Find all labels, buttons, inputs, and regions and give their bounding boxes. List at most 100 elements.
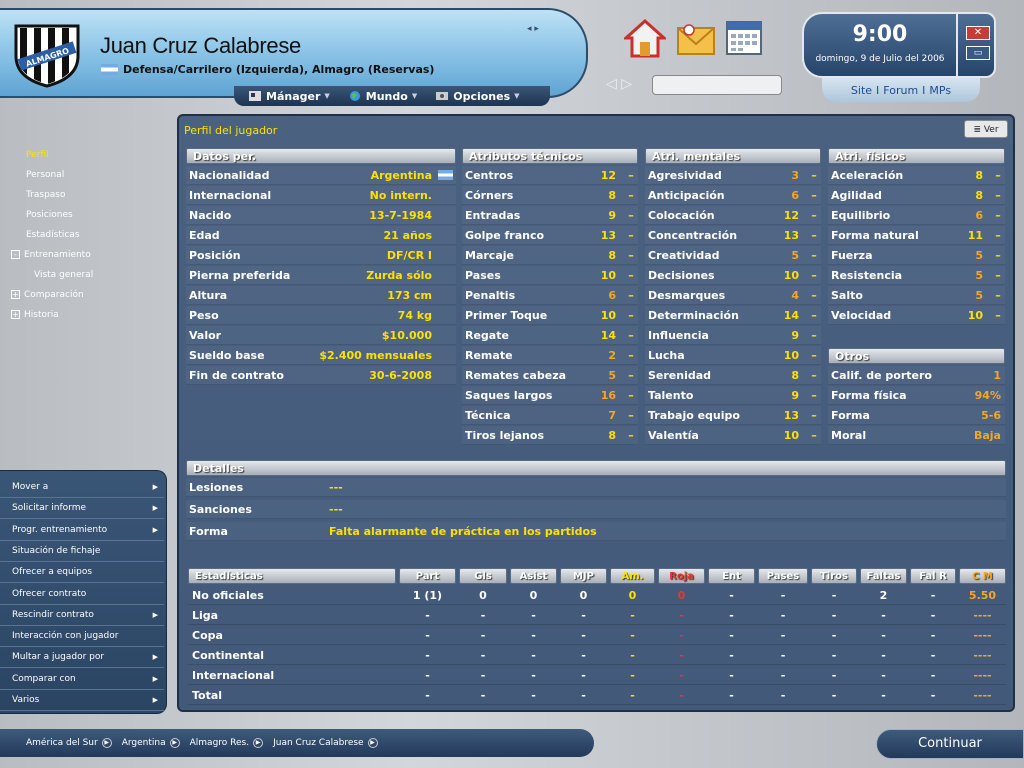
nav-item-label: Posiciones bbox=[26, 210, 73, 220]
breadcrumb-item[interactable]: Juan Cruz Calabrese ▶ bbox=[273, 738, 378, 748]
attr-label: Moral bbox=[831, 429, 867, 442]
stats-col-am[interactable]: Am. bbox=[610, 568, 655, 584]
stats-col-cm[interactable]: C M bbox=[959, 568, 1006, 584]
attr-row: Tiros lejanos 8– bbox=[462, 426, 638, 445]
view-button[interactable]: ≣ Ver bbox=[964, 120, 1008, 138]
stats-cell: ---- bbox=[973, 669, 992, 682]
stats-col-mjp[interactable]: MJP bbox=[560, 568, 607, 584]
action-ofrecer-contrato[interactable]: Ofrecer contrato bbox=[0, 584, 164, 605]
attr-trend: – bbox=[811, 369, 817, 382]
mail-icon[interactable] bbox=[675, 20, 717, 60]
nav-item-comparación[interactable]: + Comparación bbox=[11, 290, 84, 300]
stats-cell: - bbox=[679, 689, 684, 702]
nav-item-historia[interactable]: + Historia bbox=[11, 310, 59, 320]
attr-value: 2 bbox=[608, 349, 616, 362]
restore-button[interactable]: ▭ bbox=[966, 46, 990, 60]
stats-cell: - bbox=[831, 609, 837, 622]
stats-col-faltas[interactable]: Faltas bbox=[860, 568, 907, 584]
attr-label: Desmarques bbox=[648, 289, 726, 302]
attr-label: Agresividad bbox=[648, 169, 722, 182]
stats-cell: - bbox=[780, 689, 786, 702]
fisicos-header: Atri. físicos bbox=[828, 148, 1005, 164]
expand-icon[interactable]: + bbox=[11, 290, 20, 299]
action-solicitar-informe[interactable]: Solicitar informe ▶ bbox=[0, 498, 164, 520]
stats-row: Liga - - - - - - - - - - - ---- bbox=[188, 606, 1006, 625]
forum-link[interactable]: Forum bbox=[883, 84, 918, 97]
attr-label: Forma física bbox=[831, 389, 907, 402]
action-ofrecer-a-equipos[interactable]: Ofrecer a equipos bbox=[0, 562, 164, 584]
chevron-right-icon: ▶ bbox=[152, 504, 158, 513]
nav-item-personal[interactable]: Personal bbox=[26, 170, 64, 180]
stats-col-part[interactable]: Part bbox=[399, 568, 456, 584]
menu-mundo-label: Mundo bbox=[365, 89, 408, 103]
expand-icon[interactable]: + bbox=[11, 310, 20, 319]
nav-item-traspaso[interactable]: Traspaso bbox=[26, 190, 66, 200]
chevron-right-icon: ▶ bbox=[169, 738, 180, 748]
stats-col-gls[interactable]: Gls bbox=[459, 568, 507, 584]
calendar-icon[interactable] bbox=[724, 18, 764, 58]
mps-link[interactable]: MPs bbox=[929, 84, 951, 97]
stats-col-asist[interactable]: Asist bbox=[510, 568, 557, 584]
attr-label: Altura bbox=[189, 289, 228, 302]
attr-value: 11 bbox=[967, 229, 983, 242]
action-multar-a-jugador-por[interactable]: Multar a jugador por ▶ bbox=[0, 647, 164, 669]
action-comparar-con[interactable]: Comparar con ▶ bbox=[0, 669, 164, 690]
nav-item-entrenamiento[interactable]: - Entrenamiento bbox=[11, 250, 91, 260]
attr-label: Forma bbox=[831, 409, 870, 422]
stats-cell: - bbox=[679, 609, 684, 622]
site-link[interactable]: Site bbox=[851, 84, 872, 97]
nav-item-vista-general[interactable]: Vista general bbox=[34, 270, 93, 280]
stats-cell: - bbox=[425, 669, 430, 682]
stats-cell: - bbox=[831, 649, 837, 662]
nav-item-label: Perfil bbox=[26, 150, 49, 160]
attr-value: Argentina bbox=[370, 169, 432, 182]
breadcrumb-item[interactable]: Almagro Res. ▶ bbox=[190, 738, 264, 748]
action-situación-de-fichaje[interactable]: Situación de fichaje bbox=[0, 541, 164, 562]
attr-value: 10 bbox=[783, 429, 799, 442]
nav-item-estadísticas[interactable]: Estadísticas bbox=[26, 230, 80, 240]
stats-col-roja[interactable]: Roja bbox=[658, 568, 705, 584]
close-button[interactable]: ✕ bbox=[966, 26, 990, 40]
stats-cell: - bbox=[480, 689, 486, 702]
main-menu-bar: Mánager ▼ Mundo ▼ Opciones ▼ bbox=[234, 86, 550, 106]
attr-trend: – bbox=[811, 429, 817, 442]
stats-col-estadsticas[interactable]: Estadísticas bbox=[188, 568, 396, 584]
search-input[interactable] bbox=[652, 75, 782, 95]
attr-label: Trabajo equipo bbox=[648, 409, 740, 422]
stats-col-tiros[interactable]: Tiros bbox=[811, 568, 857, 584]
menu-opciones[interactable]: Opciones ▼ bbox=[435, 90, 520, 103]
attr-row: Agresividad 3– bbox=[645, 166, 821, 185]
header-scroll-arrows[interactable]: ◂ ▸ bbox=[527, 24, 539, 34]
action-label: Mover a bbox=[12, 482, 49, 492]
history-nav-arrows[interactable]: ◁ ▷ bbox=[606, 76, 632, 92]
attr-trend: – bbox=[811, 229, 817, 242]
attr-row: Técnica 7– bbox=[462, 406, 638, 425]
nav-item-posiciones[interactable]: Posiciones bbox=[26, 210, 73, 220]
menu-manager[interactable]: Mánager ▼ bbox=[248, 90, 330, 103]
action-varios[interactable]: Varios ▶ bbox=[0, 690, 164, 711]
action-rescindir-contrato[interactable]: Rescindir contrato ▶ bbox=[0, 605, 164, 626]
menu-mundo[interactable]: Mundo ▼ bbox=[348, 90, 417, 103]
detail-label: Lesiones bbox=[189, 481, 244, 494]
home-icon[interactable] bbox=[624, 18, 666, 60]
nav-item-perfil[interactable]: Perfil bbox=[26, 150, 49, 160]
action-interacción-con-jugador[interactable]: Interacción con jugador bbox=[0, 626, 164, 648]
attr-label: Córners bbox=[465, 189, 514, 202]
stats-col-falr[interactable]: Fal R bbox=[910, 568, 956, 584]
attr-row: Equilibrio 6– bbox=[828, 206, 1005, 225]
stats-col-ent[interactable]: Ent bbox=[708, 568, 755, 584]
stats-col-pases[interactable]: Pases bbox=[758, 568, 808, 584]
attr-value: 6 bbox=[975, 209, 983, 222]
attr-row: Fin de contrato 30-6-2008 bbox=[186, 366, 456, 385]
stats-cell: - bbox=[581, 689, 586, 702]
stats-cell: 0 bbox=[628, 589, 637, 602]
collapse-icon[interactable]: - bbox=[11, 250, 20, 259]
breadcrumb-item[interactable]: Argentina ▶ bbox=[122, 738, 180, 748]
breadcrumb-item[interactable]: América del Sur ▶ bbox=[26, 738, 112, 748]
continue-button[interactable]: Continuar bbox=[876, 729, 1024, 759]
action-label: Situación de fichaje bbox=[12, 545, 101, 556]
action-mover-a[interactable]: Mover a ▶ bbox=[0, 477, 164, 498]
action-progr.-entrenamiento[interactable]: Progr. entrenamiento ▶ bbox=[0, 520, 164, 541]
stats-cell: - bbox=[679, 629, 684, 642]
attr-row: Decisiones 10– bbox=[645, 266, 821, 285]
